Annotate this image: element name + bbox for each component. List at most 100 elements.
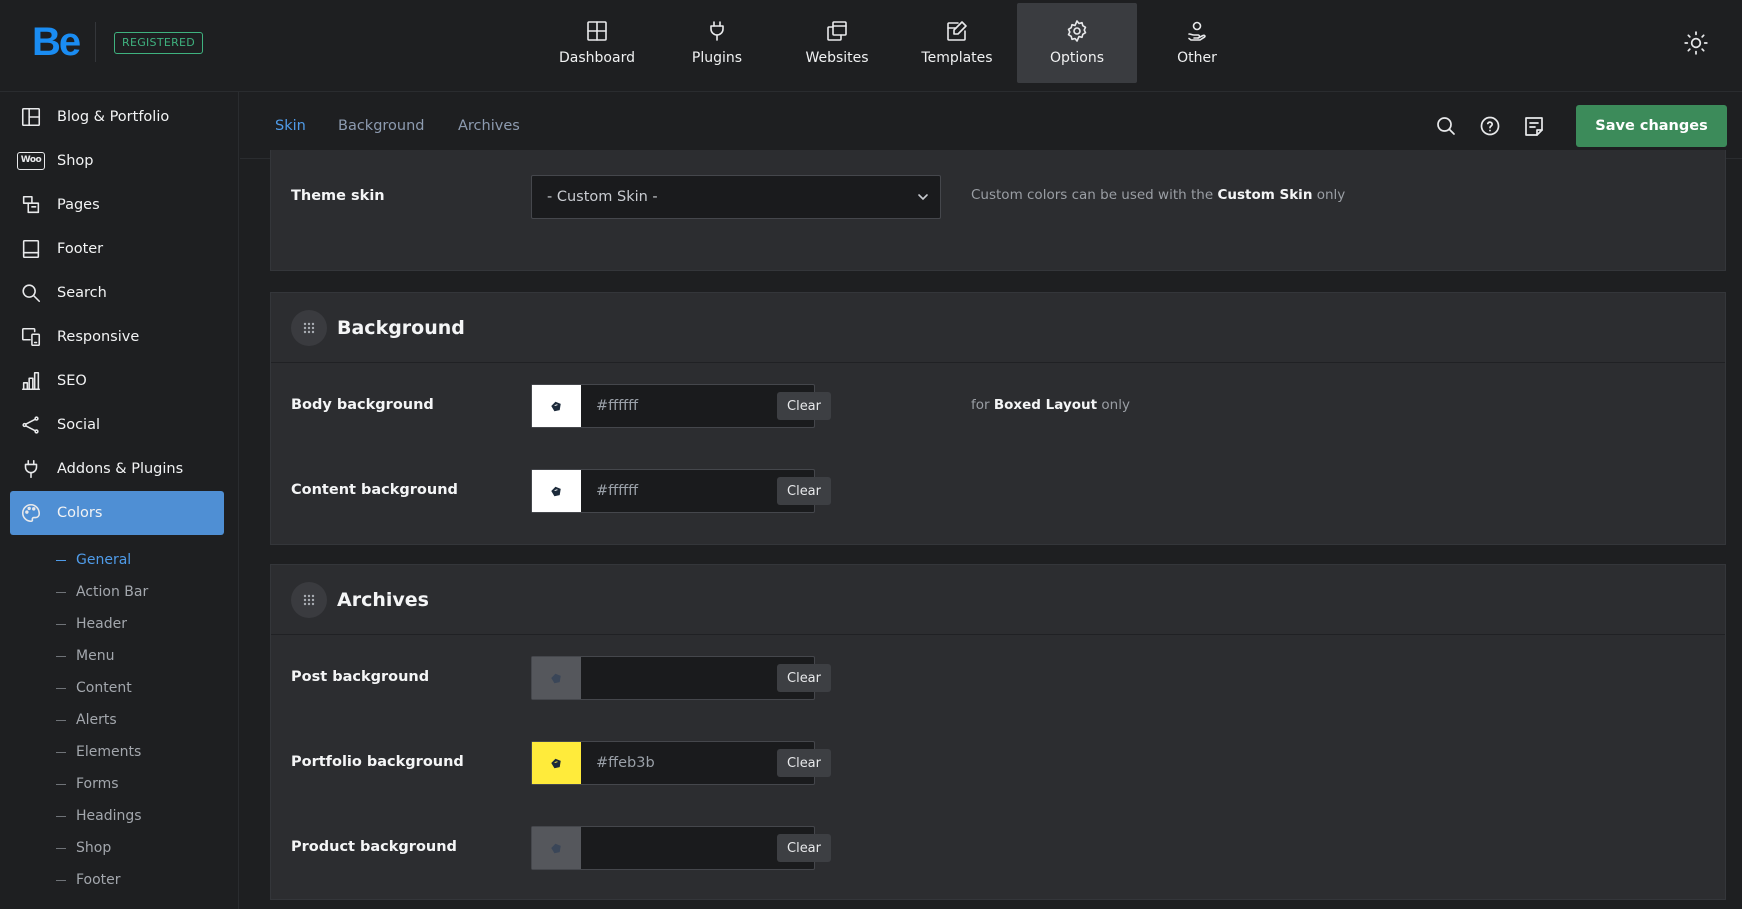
sidebar-item-footer[interactable]: Footer (10, 227, 224, 271)
sidebar-subitem-label: Header (76, 616, 127, 632)
topnav-plugins[interactable]: Plugins (657, 3, 777, 83)
sidebar-subitem-label: Shop (76, 840, 112, 856)
content-background-picker: Clear (531, 469, 831, 513)
hint-bold: Boxed Layout (993, 397, 1098, 413)
post-background-label: Post background (291, 669, 430, 685)
sidebar-subitem-headings[interactable]: Headings (56, 804, 142, 828)
color-swatch[interactable] (532, 385, 581, 427)
product-background-input[interactable] (581, 827, 777, 869)
post-background-picker: Clear (531, 656, 831, 700)
portfolio-background-label: Portfolio background (291, 754, 464, 770)
drag-dots-icon (303, 594, 315, 605)
portfolio-background-input[interactable] (581, 742, 777, 784)
background-panel-header: Background (271, 293, 1725, 363)
topnav-dashboard[interactable]: Dashboard (537, 3, 657, 83)
sidebar-subitem-content[interactable]: Content (56, 676, 132, 700)
color-swatch[interactable] (532, 470, 581, 512)
dash-marker (56, 879, 66, 881)
help-button[interactable] (1478, 114, 1502, 138)
theme-toggle-button[interactable] (1683, 30, 1709, 56)
options-content: Theme skin - Custom Skin - Custom colors… (240, 150, 1742, 909)
dash-marker (56, 847, 66, 849)
save-changes-button[interactable]: Save changes (1576, 105, 1727, 147)
clear-button[interactable]: Clear (777, 749, 831, 777)
sidebar-subitem-footer[interactable]: Footer (56, 868, 121, 892)
sidebar-item-label: Addons & Plugins (57, 461, 184, 477)
body-background-input[interactable] (581, 385, 777, 427)
dashboard-icon (587, 21, 607, 41)
theme-skin-select[interactable]: - Custom Skin - (531, 175, 941, 219)
topnav-label: Templates (921, 50, 993, 66)
hint-text: Custom colors can be used with the (971, 187, 1214, 203)
clear-button[interactable]: Clear (777, 834, 831, 862)
theme-skin-label: Theme skin (291, 188, 385, 204)
sidebar-item-pages[interactable]: Pages (10, 183, 224, 227)
sidebar-subitem-general[interactable]: General (56, 548, 131, 572)
topnav-options[interactable]: Options (1017, 3, 1137, 83)
color-swatch[interactable] (532, 827, 581, 869)
sidebar-item-label: Blog & Portfolio (57, 109, 170, 125)
sidebar-subitem-menu[interactable]: Menu (56, 644, 114, 668)
brand-logo[interactable]: Be (32, 20, 81, 64)
plug-icon (710, 21, 724, 41)
top-bar: Be REGISTERED Dashboard Plugins Websites… (0, 0, 1742, 92)
archives-panel: Archives Post background Clear Portfolio… (270, 564, 1726, 900)
sun-icon (1684, 31, 1708, 55)
sidebar-subitem-header[interactable]: Header (56, 612, 127, 636)
theme-skin-hint: Custom colors can be used with the Custo… (971, 187, 1345, 203)
sidebar-item-seo[interactable]: SEO (10, 359, 224, 403)
drag-handle[interactable] (291, 309, 327, 346)
sidebar-item-colors[interactable]: Colors (10, 491, 224, 535)
color-picker-icon (551, 843, 561, 853)
theme-skin-value: - Custom Skin - (547, 189, 658, 205)
gear-icon (1067, 20, 1087, 42)
topnav-websites[interactable]: Websites (777, 3, 897, 83)
color-swatch[interactable] (532, 657, 581, 699)
clear-button[interactable]: Clear (777, 392, 831, 420)
sidebar-subitem-label: Alerts (76, 712, 117, 728)
drag-handle[interactable] (291, 581, 327, 618)
notes-icon (1525, 117, 1543, 136)
archives-panel-header: Archives (271, 565, 1725, 635)
panel-title: Archives (337, 588, 429, 611)
background-panel: Background Body background Clear for Box… (270, 292, 1726, 545)
sidebar-item-blog-portfolio[interactable]: Blog & Portfolio (10, 95, 224, 139)
sidebar-item-label: Pages (57, 197, 100, 213)
sidebar-item-addons-plugins[interactable]: Addons & Plugins (10, 447, 224, 491)
sidebar-item-label: Colors (57, 505, 103, 521)
clear-button[interactable]: Clear (777, 664, 831, 692)
sidebar: Blog & Portfolio Woo Shop Pages Footer S… (0, 92, 239, 909)
sidebar-subitem-label: Elements (76, 744, 142, 760)
topnav-label: Options (1049, 50, 1105, 66)
hint-text: for (971, 397, 990, 413)
templates-icon (947, 21, 967, 41)
sidebar-subitem-alerts[interactable]: Alerts (56, 708, 117, 732)
sidebar-subitem-elements[interactable]: Elements (56, 740, 141, 764)
topnav-other[interactable]: Other (1137, 3, 1257, 83)
content-background-label: Content background (291, 482, 458, 498)
sidebar-subitem-shop[interactable]: Shop (56, 836, 111, 860)
sidebar-item-label: Search (57, 285, 107, 301)
notes-button[interactable] (1522, 114, 1546, 138)
sidebar-subitem-forms[interactable]: Forms (56, 772, 119, 796)
help-icon (1480, 116, 1500, 136)
boxed-layout-hint: for Boxed Layout only (971, 397, 1130, 413)
sidebar-item-social[interactable]: Social (10, 403, 224, 447)
body-background-label: Body background (291, 397, 434, 413)
sidebar-item-responsive[interactable]: Responsive (10, 315, 224, 359)
sidebar-item-shop[interactable]: Woo Shop (10, 139, 224, 183)
sidebar-subitem-action-bar[interactable]: Action Bar (56, 580, 148, 604)
dash-marker (56, 719, 66, 721)
topnav-templates[interactable]: Templates (897, 3, 1017, 83)
dash-marker (56, 751, 66, 753)
clear-button[interactable]: Clear (777, 477, 831, 505)
sidebar-subitem-label: Forms (76, 776, 119, 792)
color-picker-icon (551, 673, 561, 683)
post-background-input[interactable] (581, 657, 777, 699)
sidebar-item-search[interactable]: Search (10, 271, 224, 315)
footer-icon (22, 239, 40, 259)
user-hand-icon (1188, 21, 1206, 41)
content-background-input[interactable] (581, 470, 777, 512)
search-button[interactable] (1434, 114, 1458, 138)
color-swatch[interactable] (532, 742, 581, 784)
